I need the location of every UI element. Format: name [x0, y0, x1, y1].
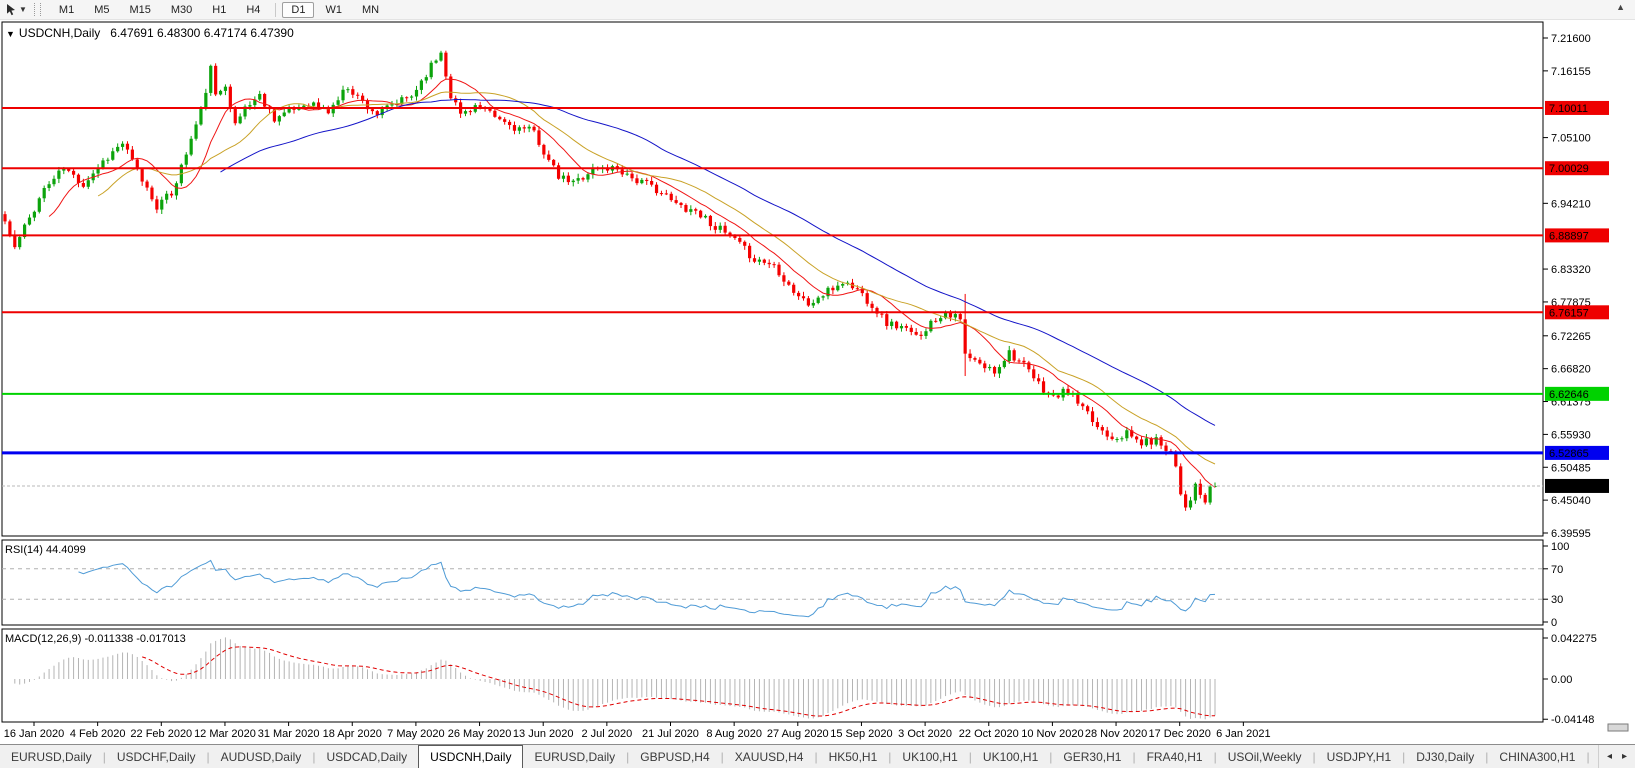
y-axis-tick-label: 6.39595 — [1551, 528, 1591, 540]
chart-tab[interactable]: DJ30,Daily — [1405, 745, 1485, 768]
price-line-label: 6.76157 — [1549, 307, 1589, 319]
cursor-dropdown-caret-icon[interactable]: ▼ — [19, 5, 27, 14]
y-axis-tick-label: 6.72265 — [1551, 331, 1591, 343]
chart-tab[interactable]: USDJPY,H1 — [1316, 745, 1402, 768]
chart-tab[interactable]: USOil, — [1590, 745, 1598, 768]
tab-scroll-arrows: ◂ ▸ — [1597, 745, 1635, 768]
chart-canvas[interactable]: 7.216007.161557.051006.942106.833206.778… — [0, 20, 1635, 744]
timeframe-button-w1[interactable]: W1 — [316, 2, 351, 18]
y-axis-tick-label: 6.83320 — [1551, 264, 1591, 276]
timeframe-button-m1[interactable]: M1 — [50, 2, 83, 18]
x-axis-date-label: 15 Sep 2020 — [830, 728, 892, 740]
x-axis-date-label: 13 Jun 2020 — [513, 728, 574, 740]
chart-symbol-label: USDCNH,Daily — [18, 26, 101, 40]
price-line-label: 6.62646 — [1549, 389, 1589, 401]
timeframe-button-d1[interactable]: D1 — [282, 1, 315, 18]
x-axis-date-label: 31 Mar 2020 — [258, 728, 320, 740]
y-axis-tick-label: 6.66820 — [1551, 364, 1591, 376]
top-toolbar: ▼ M1 M5 M15 M30 H1 H4 D1 W1 MN ▲ — [0, 0, 1635, 20]
rsi-axis-label: 70 — [1551, 564, 1563, 576]
x-axis-date-label: 17 Dec 2020 — [1149, 728, 1211, 740]
chart-title: ▼ USDCNH,Daily 6.47691 6.48300 6.47174 6.4… — [6, 26, 294, 40]
y-axis-tick-label: 6.55930 — [1551, 429, 1591, 441]
rsi-indicator-label: RSI(14) 44.4099 — [5, 544, 86, 556]
cursor-tool-icon[interactable] — [3, 2, 19, 18]
x-axis-date-label: 26 May 2020 — [448, 728, 512, 740]
chart-tab[interactable]: USDCHF,Daily — [106, 745, 207, 768]
chart-tab-active[interactable]: USDCNH,Daily — [418, 745, 524, 768]
chart-tab[interactable]: XAUUSD,H4 — [724, 745, 815, 768]
chart-tab[interactable]: EURUSD,Daily — [523, 745, 626, 768]
macd-indicator-label: MACD(12,26,9) -0.011338 -0.017013 — [5, 633, 186, 645]
x-axis-date-label: 3 Oct 2020 — [898, 728, 952, 740]
tab-scroll-left-icon[interactable]: ◂ — [1607, 751, 1612, 762]
chart-scroll-thumb[interactable] — [1607, 723, 1629, 732]
y-axis-tick-label: 7.16155 — [1551, 66, 1591, 78]
x-axis-date-label: 22 Oct 2020 — [959, 728, 1019, 740]
chart-tab[interactable]: HK50,H1 — [818, 745, 889, 768]
chart-tab[interactable]: GBPUSD,H4 — [629, 745, 720, 768]
chart-tab[interactable]: CHINA300,H1 — [1488, 745, 1586, 768]
x-axis-date-label: 4 Feb 2020 — [70, 728, 126, 740]
timeframe-button-h1[interactable]: H1 — [203, 2, 235, 18]
chart-window[interactable]: 7.21600 7.16155 7.05100 6.94210 6.83320 6.778… — [0, 20, 1635, 744]
chart-tabs-bar: EURUSD,Daily | USDCHF,Daily | AUDUSD,Daily | U… — [0, 744, 1635, 768]
y-axis-tick-label: 7.21600 — [1551, 33, 1591, 45]
price-line-label: 7.00029 — [1549, 163, 1589, 175]
chart-tab[interactable]: GER30,H1 — [1052, 745, 1132, 768]
timeframe-button-m30[interactable]: M30 — [162, 2, 201, 18]
chart-tab[interactable]: FRA40,H1 — [1136, 745, 1214, 768]
timeframe-button-mn[interactable]: MN — [353, 2, 388, 18]
chart-tab[interactable]: AUDUSD,Daily — [210, 745, 313, 768]
rsi-axis-label: 100 — [1551, 541, 1569, 553]
toolbar-separator — [275, 2, 277, 17]
chart-ohlc-values: 6.47691 6.48300 6.47174 6.47390 — [110, 26, 294, 40]
tab-scroll-right-icon[interactable]: ▸ — [1622, 751, 1627, 762]
y-axis-tick-label: 7.05100 — [1551, 133, 1591, 145]
cursor-icon — [6, 4, 15, 16]
price-line-label: 6.88897 — [1549, 230, 1589, 242]
x-axis-date-label: 6 Jan 2021 — [1216, 728, 1270, 740]
price-line-label: 7.10011 — [1549, 103, 1588, 115]
macd-axis-label: -0.04148 — [1551, 714, 1594, 726]
collapse-caret-icon[interactable]: ▼ — [6, 29, 15, 39]
x-axis-date-label: 16 Jan 2020 — [4, 728, 65, 740]
y-axis-tick-label: 6.94210 — [1551, 198, 1591, 210]
x-axis-date-label: 28 Nov 2020 — [1085, 728, 1147, 740]
price-line-label: 6.52865 — [1549, 448, 1589, 460]
timeframe-button-m15[interactable]: M15 — [120, 2, 159, 18]
macd-axis-label: 0.00 — [1551, 674, 1572, 686]
x-axis-date-label: 2 Jul 2020 — [581, 728, 632, 740]
chart-tab[interactable]: UK100,H1 — [891, 745, 968, 768]
y-axis-tick-label: 6.45040 — [1551, 495, 1591, 507]
rsi-axis-label: 30 — [1551, 594, 1563, 606]
chart-tab[interactable]: EURUSD,Daily — [0, 745, 103, 768]
macd-axis-label: 0.042275 — [1551, 633, 1597, 645]
chart-tab[interactable]: UK100,H1 — [972, 745, 1049, 768]
x-axis-date-label: 22 Feb 2020 — [130, 728, 192, 740]
timeframe-button-h4[interactable]: H4 — [237, 2, 269, 18]
x-axis-date-label: 18 Apr 2020 — [323, 728, 382, 740]
y-axis-tick-label: 6.50485 — [1551, 462, 1591, 474]
x-axis-date-label: 10 Nov 2020 — [1021, 728, 1083, 740]
x-axis-date-label: 21 Jul 2020 — [642, 728, 699, 740]
macd-panel[interactable] — [1, 628, 1544, 723]
main-price-panel[interactable] — [1, 21, 1544, 537]
toolbar-corner-marker-icon[interactable]: ▲ — [1616, 2, 1625, 12]
x-axis-date-label: 27 Aug 2020 — [767, 728, 829, 740]
chart-tab[interactable]: USOil,Weekly — [1217, 745, 1313, 768]
chart-tab[interactable]: USDCAD,Daily — [315, 745, 418, 768]
current-price-label: 6.47390 — [1549, 481, 1589, 493]
rsi-axis-label: 0 — [1551, 617, 1557, 629]
rsi-panel[interactable] — [1, 539, 1544, 626]
toolbar-grip — [33, 3, 41, 16]
x-axis-date-label: 8 Aug 2020 — [706, 728, 762, 740]
x-axis-date-label: 12 Mar 2020 — [194, 728, 256, 740]
x-axis-date-label: 7 May 2020 — [387, 728, 444, 740]
timeframe-button-m5[interactable]: M5 — [85, 2, 118, 18]
